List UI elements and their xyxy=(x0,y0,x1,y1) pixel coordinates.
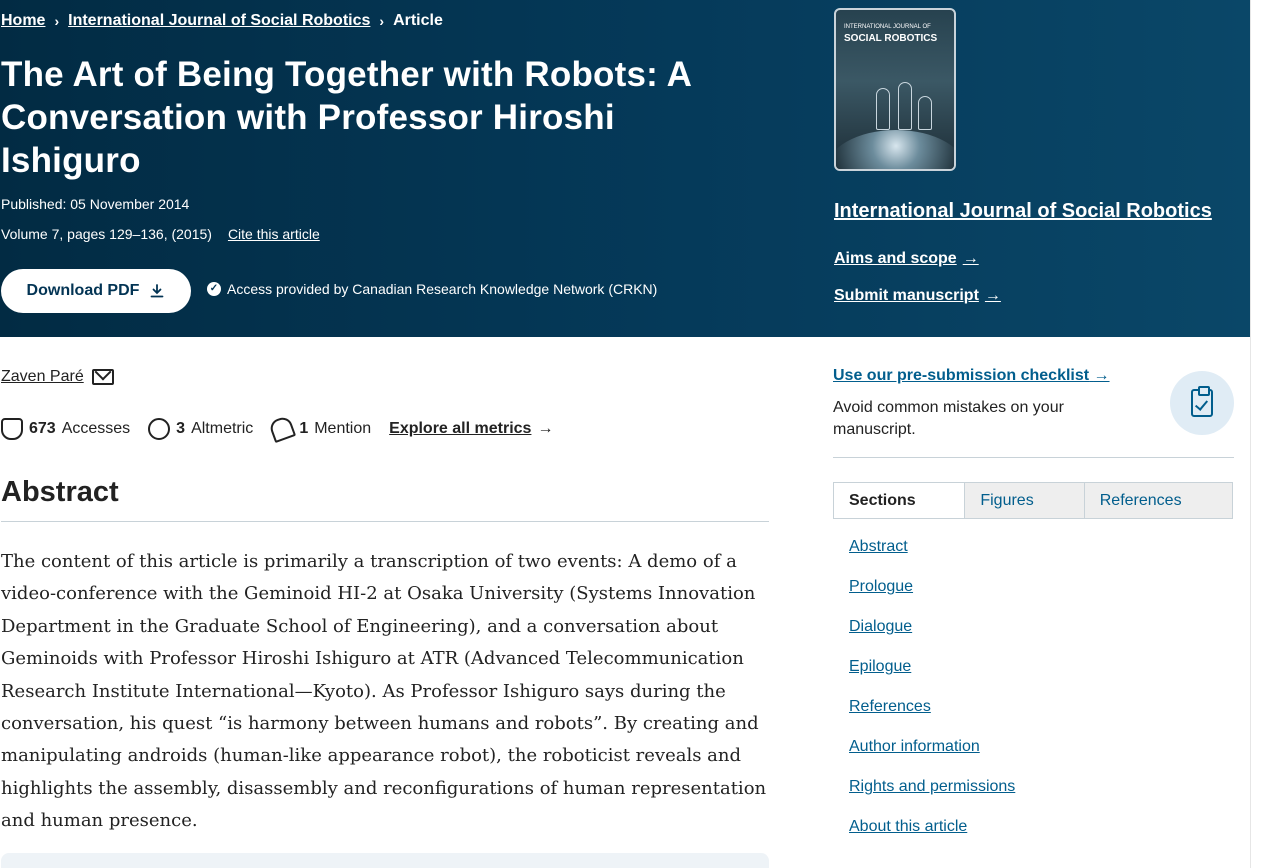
cover-earth xyxy=(836,130,954,169)
arrow-right-icon: → xyxy=(537,420,554,437)
check-circle-icon: ✓ xyxy=(207,282,221,296)
tab-sections[interactable]: Sections xyxy=(834,483,965,518)
altmetric-icon xyxy=(148,418,171,440)
article-title: The Art of Being Together with Robots: A… xyxy=(1,55,691,180)
author-name-link[interactable]: Zaven Paré xyxy=(1,368,84,386)
arrow-right-icon: → xyxy=(962,250,979,267)
download-pdf-label: Download PDF xyxy=(26,282,140,299)
clipboard-check-icon xyxy=(1170,371,1234,435)
chevron-right-icon: › xyxy=(379,13,385,29)
metric-mention: 1 Mention xyxy=(268,414,371,444)
author-row: Zaven Paré xyxy=(1,368,114,386)
breadcrumb-current: Article xyxy=(393,12,443,29)
download-icon xyxy=(151,284,164,298)
breadcrumb-home-link[interactable]: Home xyxy=(1,12,45,30)
access-text: Access provided by Canadian Research Kno… xyxy=(227,281,658,297)
section-link-references[interactable]: References xyxy=(849,694,1015,734)
cover-figure xyxy=(876,88,890,130)
breadcrumb-journal-link[interactable]: International Journal of Social Robotics xyxy=(68,12,370,30)
presubmission-checklist-link[interactable]: Use our pre-submission checklist → xyxy=(833,367,1110,385)
section-link-author-information[interactable]: Author information xyxy=(849,734,1015,774)
arrow-right-icon: → xyxy=(984,287,1001,304)
sidebar-tabs: Sections Figures References xyxy=(833,482,1233,519)
cover-figure xyxy=(918,96,932,130)
volume-info: Volume 7, pages 129–136, (2015) Cite thi… xyxy=(1,226,320,242)
article-header: Home › International Journal of Social R… xyxy=(0,0,1250,337)
section-link-about-article[interactable]: About this article xyxy=(849,814,1015,854)
volume-text: Volume 7, pages 129–136, (2015) xyxy=(1,226,212,242)
section-link-rights-permissions[interactable]: Rights and permissions xyxy=(849,774,1015,814)
explore-metrics-link[interactable]: Explore all metrics → xyxy=(389,420,553,438)
section-link-dialogue[interactable]: Dialogue xyxy=(849,614,1015,654)
tab-figures[interactable]: Figures xyxy=(964,483,1084,518)
envelope-icon[interactable] xyxy=(91,369,114,385)
journal-name-link[interactable]: International Journal of Social Robotics xyxy=(834,200,1212,223)
abstract-heading: Abstract xyxy=(1,476,119,508)
cover-figure xyxy=(898,82,912,130)
metric-accesses: 673 Accesses xyxy=(1,418,130,440)
section-link-abstract[interactable]: Abstract xyxy=(849,534,1015,574)
breadcrumb: Home › International Journal of Social R… xyxy=(1,12,443,30)
chevron-right-icon: › xyxy=(54,13,60,29)
arrow-right-icon: → xyxy=(1093,367,1110,384)
accesses-icon xyxy=(1,418,23,440)
download-pdf-button[interactable]: Download PDF xyxy=(1,269,191,313)
cover-title: INTERNATIONAL JOURNAL OF SOCIAL ROBOTICS xyxy=(844,24,938,44)
section-link-epilogue[interactable]: Epilogue xyxy=(849,654,1015,694)
aims-scope-link[interactable]: Aims and scope → xyxy=(834,250,979,268)
metrics-bar: 673 Accesses 3 Altmetric 1 Mention Explo… xyxy=(1,414,553,444)
journal-cover-image[interactable]: INTERNATIONAL JOURNAL OF SOCIAL ROBOTICS xyxy=(834,8,956,171)
checklist-description: Avoid common mistakes on your manuscript… xyxy=(833,399,1064,438)
divider xyxy=(1,521,769,522)
divider xyxy=(833,457,1234,458)
cite-article-link[interactable]: Cite this article xyxy=(228,226,320,242)
abstract-text: The content of this article is primarily… xyxy=(1,551,767,832)
access-info: ✓ Access provided by Canadian Research K… xyxy=(207,281,657,297)
tab-references[interactable]: References xyxy=(1083,483,1232,518)
mention-icon xyxy=(268,414,297,444)
next-panel xyxy=(1,853,769,868)
sections-list: Abstract Prologue Dialogue Epilogue Refe… xyxy=(849,534,1015,854)
published-date: Published: 05 November 2014 xyxy=(1,196,190,212)
page-edge xyxy=(1250,0,1251,868)
submit-manuscript-link[interactable]: Submit manuscript → xyxy=(834,287,1001,305)
metric-altmetric: 3 Altmetric xyxy=(148,418,253,440)
section-link-prologue[interactable]: Prologue xyxy=(849,574,1015,614)
